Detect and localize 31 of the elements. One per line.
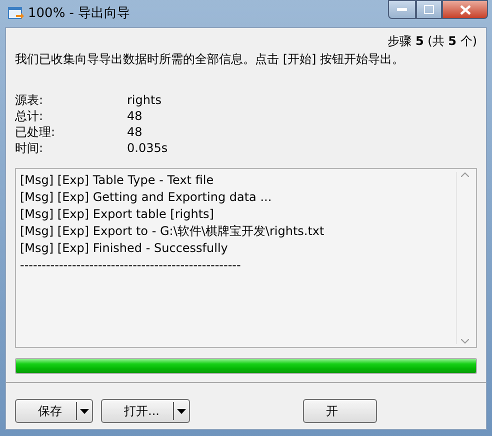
field-label: 源表:: [15, 92, 44, 108]
split-button[interactable]: 保存: [15, 399, 93, 423]
start-button[interactable]: 开: [303, 399, 377, 423]
minimize-button[interactable]: [388, 0, 416, 19]
app-icon: [8, 6, 24, 20]
split-button[interactable]: 打开...: [101, 399, 190, 423]
field-value: 0.035s: [127, 140, 168, 156]
field-label: 已处理:: [15, 124, 56, 140]
close-icon: [460, 4, 470, 14]
log-line: [Msg] [Exp] Export to - G:\软件\棋牌宝开发\rights.txt: [20, 223, 326, 240]
log-line: [Msg] [Exp] Getting and Exporting data ...: [20, 189, 273, 206]
field-label: 总计:: [15, 108, 44, 124]
window-title: 100% - 导出向导: [28, 4, 130, 23]
minimize-icon: [397, 8, 407, 12]
description-text: 我们已收集向导导出数据时所需的全部信息。点击 [开始] 按钮开始导出。: [15, 51, 405, 68]
field-value: 48: [127, 124, 142, 140]
dropdown-arrow-icon: [80, 408, 89, 414]
field-value: rights: [127, 92, 162, 108]
close-button[interactable]: [442, 0, 488, 19]
scroll-down-icon[interactable]: [460, 339, 468, 344]
log-line: [Msg] [Exp] Table Type - Text file: [20, 172, 215, 189]
field-value: 48: [127, 108, 142, 124]
dropdown-arrow-icon: [177, 408, 186, 414]
log-line: [Msg] [Exp] Export table [rights]: [20, 206, 215, 223]
log-line: [Msg] [Exp] Finished - Successfully: [20, 240, 229, 257]
log-line: ---------------------------------------------------: [20, 257, 242, 274]
step-indicator: 步骤 5 (共 5 个): [388, 34, 477, 48]
maximize-button[interactable]: [416, 0, 442, 19]
maximize-icon: [424, 5, 434, 14]
field-label: 时间:: [15, 140, 44, 156]
scroll-up-icon[interactable]: [460, 172, 468, 177]
